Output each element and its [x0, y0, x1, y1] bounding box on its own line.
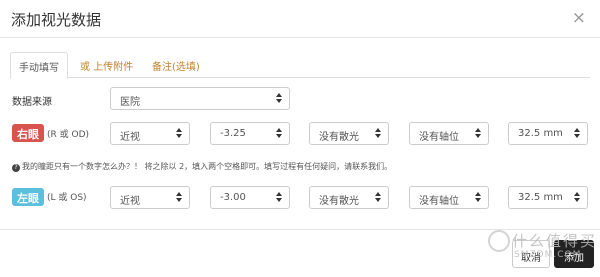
dialog-title: 添加视光数据 — [11, 11, 102, 29]
tab-manual-entry[interactable]: 手动填写 — [10, 52, 68, 79]
left-eye-sub-label: (L 或 OS) — [47, 193, 87, 203]
left-eye-sphere-value: -3.00 — [220, 192, 246, 203]
right-eye-cylinder-select[interactable]: 没有散光 — [309, 122, 389, 145]
right-eye-cylinder-value: 没有散光 — [319, 132, 359, 143]
select-arrows-icon — [276, 128, 282, 139]
tab-notes-optional[interactable]: 备注(选填) — [144, 52, 208, 78]
right-eye-badge: 右眼 — [12, 124, 44, 142]
data-source-label: 数据来源 — [12, 97, 52, 108]
right-eye-pd-value: 32.5 mm — [518, 128, 563, 139]
left-eye-axis-value: 没有轴位 — [419, 196, 459, 207]
select-arrows-icon — [574, 128, 580, 139]
select-arrows-icon — [375, 128, 381, 139]
data-source-select[interactable]: 医院 — [110, 87, 290, 110]
left-eye-axis-select[interactable]: 没有轴位 — [409, 186, 489, 209]
select-arrows-icon — [276, 192, 282, 203]
right-eye-type-select[interactable]: 近视 — [110, 122, 190, 145]
left-eye-cylinder-select[interactable]: 没有散光 — [309, 186, 389, 209]
data-source-value: 医院 — [120, 97, 140, 108]
select-arrows-icon — [475, 192, 481, 203]
left-eye-badge: 左眼 — [12, 188, 44, 206]
right-eye-type-value: 近视 — [120, 132, 140, 143]
tab-upload-attachment[interactable]: 或 上传附件 — [72, 52, 141, 78]
right-eye-sub-label: (R 或 OD) — [47, 130, 90, 140]
select-arrows-icon — [574, 192, 580, 203]
select-arrows-icon — [276, 93, 282, 104]
tab-bar: 手动填写 或 上传附件 备注(选填) — [10, 52, 590, 79]
select-arrows-icon — [475, 128, 481, 139]
left-eye-pd-value: 32.5 mm — [518, 192, 563, 203]
footer-divider — [0, 229, 600, 230]
right-eye-axis-value: 没有轴位 — [419, 132, 459, 143]
left-eye-sphere-select[interactable]: -3.00 — [210, 186, 290, 209]
right-eye-pd-select[interactable]: 32.5 mm — [508, 122, 588, 145]
left-eye-type-select[interactable]: 近视 — [110, 186, 190, 209]
dialog-header: 添加视光数据 × — [0, 0, 600, 38]
pd-help-note: ? 我的瞳距只有一个数字怎么办？！ 将之除以 2，填入两个空格即可。填写过程有任何… — [12, 161, 392, 172]
select-arrows-icon — [375, 192, 381, 203]
right-eye-sphere-value: -3.25 — [220, 128, 246, 139]
left-eye-type-value: 近视 — [120, 196, 140, 207]
right-eye-sphere-select[interactable]: -3.25 — [210, 122, 290, 145]
select-arrows-icon — [176, 192, 182, 203]
watermark-logo-icon — [488, 230, 510, 252]
right-eye-axis-select[interactable]: 没有轴位 — [409, 122, 489, 145]
question-circle-icon: ? — [12, 164, 20, 172]
add-optical-data-dialog: 添加视光数据 × 手动填写 或 上传附件 备注(选填) 数据来源 医院 右眼 (… — [0, 0, 600, 277]
pd-help-text: 我的瞳距只有一个数字怎么办？！ 将之除以 2，填入两个空格即可。填写过程有任何疑… — [22, 162, 393, 171]
cancel-button[interactable]: 取消 — [512, 240, 550, 268]
left-eye-cylinder-value: 没有散光 — [319, 196, 359, 207]
left-eye-pd-select[interactable]: 32.5 mm — [508, 186, 588, 209]
close-icon[interactable]: × — [572, 10, 586, 27]
add-button[interactable]: 添加 — [554, 240, 594, 268]
select-arrows-icon — [176, 128, 182, 139]
